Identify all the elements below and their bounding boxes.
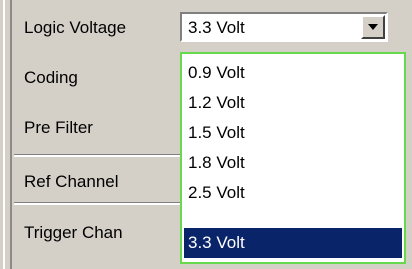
logic-voltage-dropdown-list: 0.9 Volt 1.2 Volt 1.5 Volt 1.8 Volt 2.5 … <box>180 52 406 264</box>
option-1-5-volt[interactable]: 1.5 Volt <box>184 118 402 148</box>
option-2-5-volt[interactable]: 2.5 Volt <box>184 178 402 208</box>
ref-channel-label: Ref Channel <box>24 172 119 191</box>
option-0-9-volt[interactable]: 0.9 Volt <box>184 58 402 88</box>
settings-panel: { "rows": [ {"label": "Logic Voltage"}, … <box>0 0 412 269</box>
chevron-down-icon <box>368 24 378 30</box>
logic-voltage-label: Logic Voltage <box>24 18 127 37</box>
trigger-chan-label: Trigger Chan <box>24 223 123 242</box>
group-divider <box>14 154 184 157</box>
panel-right-border <box>408 0 412 269</box>
option-1-8-volt[interactable]: 1.8 Volt <box>184 148 402 178</box>
option-1-2-volt[interactable]: 1.2 Volt <box>184 88 402 118</box>
dropdown-button[interactable] <box>361 15 385 39</box>
pre-filter-label: Pre Filter <box>24 118 93 137</box>
option-3-3-volt[interactable]: 3.3 Volt <box>184 228 402 258</box>
group-divider <box>14 202 184 205</box>
logic-voltage-select[interactable]: 3.3 Volt <box>180 12 388 42</box>
logic-voltage-value: 3.3 Volt <box>188 18 245 37</box>
coding-label: Coding <box>24 68 78 87</box>
panel-left-border <box>0 0 12 269</box>
